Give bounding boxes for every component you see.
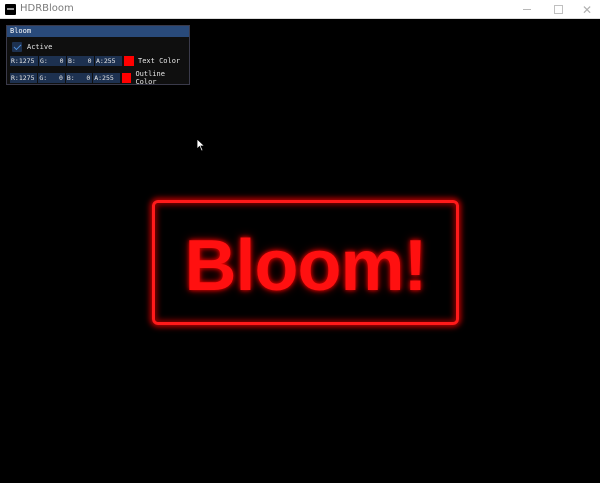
active-checkbox[interactable] [12,42,22,52]
maximize-icon [553,5,563,14]
text-color-row: R:1275 G: 0 B: 0 A:255 Text Color [10,56,180,66]
app-icon [5,4,16,15]
outline-color-r-field[interactable]: R:1275 [10,73,38,83]
panel-title[interactable]: Bloom [7,26,189,37]
mouse-cursor-icon [196,138,206,152]
bloom-text: Bloom! [184,225,428,306]
text-color-b-field[interactable]: B: 0 [67,56,94,66]
close-icon: ✕ [581,2,593,17]
close-button[interactable]: ✕ [574,0,600,19]
outline-color-row: R:1275 G: 0 B: 0 A:255 Outline Color [10,70,189,86]
checkmark-icon [13,42,21,51]
text-color-g-field[interactable]: G: 0 [39,56,66,66]
outline-color-label: Outline Color [135,70,165,86]
active-label: Active [27,43,53,51]
outline-color-g-field[interactable]: G: 0 [38,73,65,83]
window-title: HDRBloom [20,3,74,14]
text-color-r-field[interactable]: R:1275 [10,56,38,66]
bloom-panel: Bloom Active R:1275 G: 0 B: 0 A:255 Text… [6,25,190,86]
minimize-icon [523,9,531,10]
text-color-label: Text Color [138,57,181,65]
outline-color-a-field[interactable]: A:255 [93,73,120,83]
active-row: Active [12,42,52,52]
text-color-swatch[interactable] [124,56,134,66]
text-color-a-field[interactable]: A:255 [95,56,122,66]
maximize-button[interactable] [545,0,571,19]
minimize-button[interactable] [514,0,540,19]
outline-color-b-field[interactable]: B: 0 [65,73,93,83]
outline-color-swatch[interactable] [121,73,132,83]
window-title-bar[interactable]: HDRBloom ✕ [0,0,600,19]
